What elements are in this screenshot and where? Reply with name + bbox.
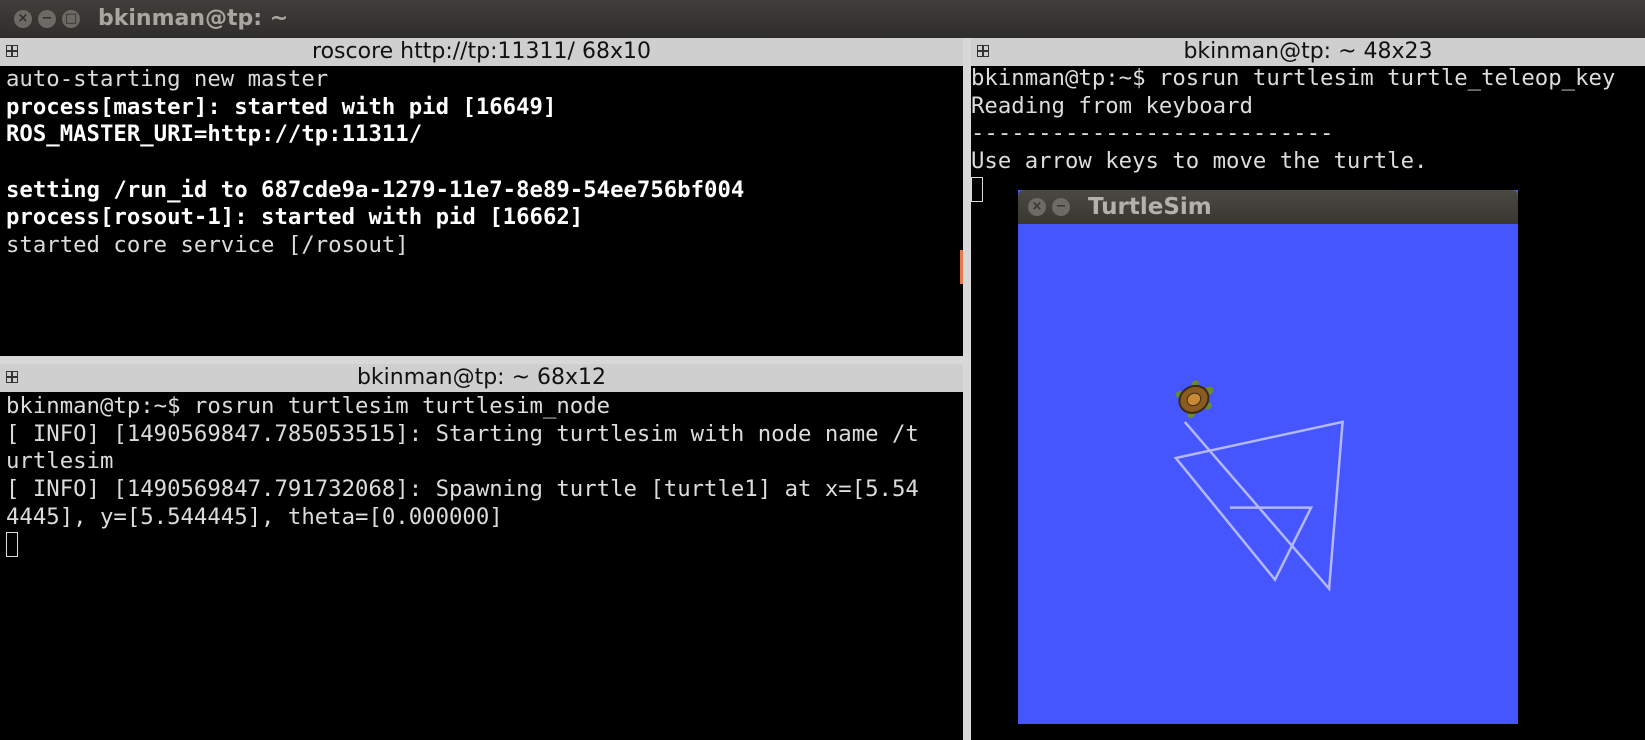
- terminal-roscore[interactable]: auto-starting new master process[master]:…: [6, 66, 956, 354]
- window-title: bkinman@tp: ~: [98, 6, 289, 31]
- terminal-line: [ INFO] [1490569847.785053515]: Starting…: [6, 420, 919, 447]
- terminal-line: process[rosout-1]: started with pid [166…: [6, 204, 584, 231]
- turtle-icon: [1175, 380, 1214, 419]
- terminal-turtlesim-node[interactable]: bkinman@tp:~$ rosrun turtlesim turtlesim…: [6, 393, 961, 733]
- pane-divider-horizontal[interactable]: [0, 356, 963, 364]
- pane-header-roscore[interactable]: roscore http://tp:11311/ 68x10: [0, 38, 963, 66]
- terminal-line: 4445], y=[5.544445], theta=[0.000000]: [6, 503, 503, 530]
- terminal-line: process[master]: started with pid [16649…: [6, 93, 557, 120]
- pane-grip-icon[interactable]: [6, 45, 18, 57]
- window-titlebar[interactable]: × − □ bkinman@tp: ~: [0, 0, 1645, 38]
- terminal-line: started core service [/rosout]: [6, 232, 409, 259]
- terminal-line: Use arrow keys to move the turtle.: [971, 148, 1428, 175]
- pane-header-teleop[interactable]: bkinman@tp: ~ 48x23: [971, 38, 1645, 66]
- turtlesim-canvas: [1173, 380, 1344, 592]
- close-button[interactable]: ×: [14, 10, 32, 28]
- minimize-icon: −: [41, 11, 53, 26]
- turtlesim-titlebar[interactable]: × − TurtleSim: [1018, 190, 1518, 224]
- pane-grip-icon[interactable]: [977, 45, 989, 57]
- turtlesim-minimize-button[interactable]: −: [1052, 198, 1070, 216]
- turtlesim-window: × − TurtleSim: [1018, 190, 1518, 724]
- pane-grip-icon[interactable]: [6, 371, 18, 383]
- maximize-icon: □: [64, 11, 78, 26]
- terminal-window: × − □ bkinman@tp: ~ roscore http://tp:11…: [0, 0, 1645, 740]
- pane-title-turtlesim-node: bkinman@tp: ~ 68x12: [356, 365, 607, 390]
- pane-title-teleop: bkinman@tp: ~ 48x23: [1183, 39, 1433, 64]
- turtlesim-close-button[interactable]: ×: [1028, 198, 1046, 216]
- terminal-line: Reading from keyboard: [971, 92, 1253, 119]
- text-cursor: [971, 176, 983, 202]
- pane-header-turtlesim-node[interactable]: bkinman@tp: ~ 68x12: [0, 364, 963, 392]
- terminal-line: ---------------------------: [971, 120, 1334, 147]
- turtle-trail: [1173, 420, 1344, 592]
- terminal-prompt-line[interactable]: [6, 531, 961, 559]
- close-icon: ×: [1031, 199, 1043, 214]
- minimize-icon: −: [1055, 199, 1067, 214]
- pane-divider-vertical[interactable]: [963, 38, 971, 740]
- turtlesim-title: TurtleSim: [1088, 194, 1212, 220]
- minimize-button[interactable]: −: [38, 10, 56, 28]
- terminal-line: urtlesim: [6, 448, 114, 475]
- pane-title-roscore: roscore http://tp:11311/ 68x10: [312, 39, 651, 64]
- terminal-line: [ INFO] [1490569847.791732068]: Spawning…: [6, 476, 919, 503]
- terminal-line: bkinman@tp:~$ rosrun turtlesim turtle_te…: [971, 65, 1616, 91]
- terminal-line: setting /run_id to 687cde9a-1279-11e7-8e…: [6, 176, 745, 203]
- text-cursor: [6, 532, 18, 558]
- terminal-line: bkinman@tp:~$ rosrun turtlesim turtlesim…: [6, 393, 611, 419]
- close-icon: ×: [17, 11, 29, 26]
- terminal-line: ROS_MASTER_URI=http://tp:11311/: [6, 121, 423, 148]
- maximize-button[interactable]: □: [62, 10, 80, 28]
- terminal-line: auto-starting new master: [6, 66, 329, 92]
